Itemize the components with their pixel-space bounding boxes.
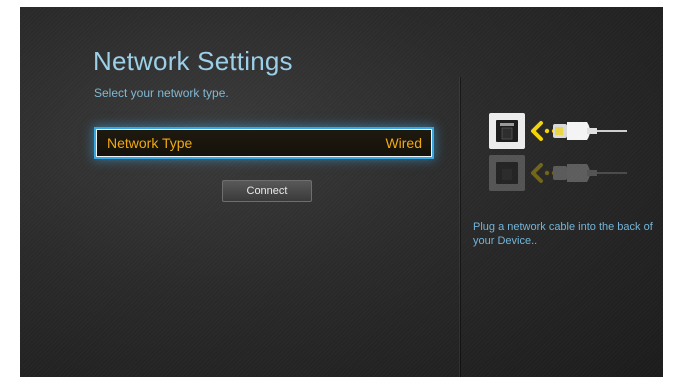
cable-illustration — [489, 113, 627, 191]
arrow-left-icon — [531, 121, 557, 141]
instruction-text: Plug a network cable into the back of yo… — [473, 221, 653, 247]
tv-screen: Network Settings Select your network typ… — [20, 7, 663, 377]
network-type-selector[interactable]: Network Type Wired — [96, 129, 432, 157]
connect-button[interactable]: Connect — [222, 180, 312, 202]
ethernet-port-icon — [489, 113, 525, 149]
help-panel: Plug a network cable into the back of yo… — [460, 77, 663, 377]
network-cable-icon — [553, 122, 627, 140]
page-title: Network Settings — [93, 46, 293, 76]
page-subtitle: Select your network type. — [94, 86, 229, 100]
network-type-label: Network Type — [107, 135, 193, 151]
ethernet-port-icon-faded — [489, 155, 627, 191]
network-type-value: Wired — [385, 135, 422, 151]
